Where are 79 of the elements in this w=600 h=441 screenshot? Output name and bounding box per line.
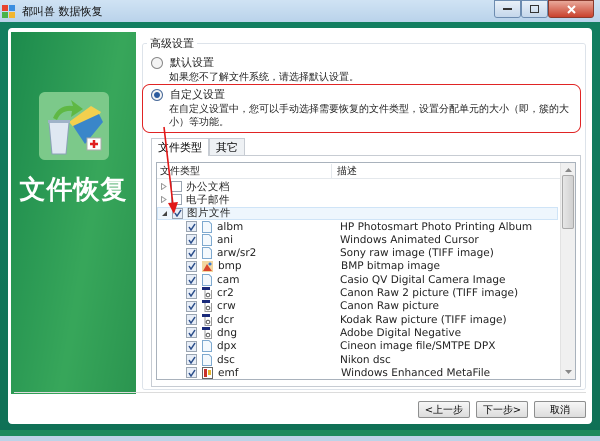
minimize-button[interactable] bbox=[494, 0, 521, 18]
file-description: BMP bitmap image bbox=[341, 260, 440, 272]
dialog-button[interactable]: <上一步 bbox=[418, 401, 470, 418]
checkbox[interactable] bbox=[186, 221, 197, 232]
metafile-icon bbox=[202, 366, 213, 379]
checkbox[interactable] bbox=[186, 367, 197, 378]
scroll-down-icon[interactable] bbox=[564, 370, 572, 374]
file-description: Windows Animated Cursor bbox=[340, 234, 479, 246]
file-extension: crw bbox=[217, 300, 237, 312]
file-extension: ani bbox=[217, 234, 234, 246]
minimize-icon bbox=[503, 8, 512, 10]
scroll-up-icon[interactable] bbox=[564, 168, 572, 172]
file-extension: dcr bbox=[217, 314, 235, 326]
tab[interactable]: 其它 bbox=[209, 138, 245, 155]
file-recovery-icon bbox=[38, 92, 108, 160]
selected-tree-row[interactable]: 图片文件 bbox=[157, 206, 558, 220]
document-icon bbox=[202, 274, 212, 286]
app-logo-icon bbox=[2, 4, 16, 18]
radio-option[interactable]: 默认设置 bbox=[151, 54, 581, 71]
dialog-button[interactable]: 取消 bbox=[534, 401, 586, 418]
column-header[interactable]: 描述 bbox=[332, 164, 357, 178]
camera-file-icon bbox=[202, 326, 212, 339]
file-extension: arw/sr2 bbox=[217, 247, 258, 260]
close-button[interactable] bbox=[548, 0, 594, 18]
option-description: 在自定义设置中，您可以手动选择需要恢复的文件类型，设置分配单元的大小（即，簇的大小）等功能。 bbox=[169, 103, 570, 129]
expander-icon[interactable] bbox=[162, 210, 168, 217]
category-label: 电子邮件 bbox=[186, 192, 230, 207]
checkbox[interactable] bbox=[186, 340, 197, 352]
maximize-icon bbox=[530, 5, 539, 13]
file-extension: dsc bbox=[217, 354, 236, 366]
checkbox[interactable] bbox=[186, 274, 197, 286]
file-extension: cam bbox=[217, 274, 240, 286]
dialog-button[interactable]: 下一步> bbox=[476, 401, 528, 418]
option-description: 如果您不了解文件系统，请选择默认设置。 bbox=[169, 71, 359, 84]
category-label: 图片文件 bbox=[187, 206, 231, 220]
file-description: Adobe Digital Negative bbox=[340, 326, 462, 339]
scrollbar-thumb[interactable] bbox=[562, 175, 574, 229]
document-icon bbox=[202, 234, 212, 246]
checkbox[interactable] bbox=[186, 234, 197, 246]
file-extension: albm bbox=[217, 220, 244, 233]
file-description: Windows Enhanced MetaFile bbox=[341, 366, 490, 379]
checkbox[interactable] bbox=[186, 248, 197, 259]
paint-icon bbox=[202, 260, 213, 272]
category-label: 办公文档 bbox=[186, 180, 230, 194]
document-icon bbox=[202, 340, 212, 352]
radio-option[interactable]: 自定义设置 bbox=[151, 86, 580, 103]
file-extension: dpx bbox=[217, 340, 238, 352]
checkbox[interactable] bbox=[186, 260, 197, 272]
file-description: Cineon image file/SMTPE DPX bbox=[340, 340, 496, 352]
file-description: Nikon dsc bbox=[340, 354, 391, 366]
camera-file-icon bbox=[202, 300, 212, 312]
close-icon bbox=[566, 4, 576, 14]
file-extension: dng bbox=[217, 326, 238, 339]
file-description: Canon Raw picture bbox=[340, 300, 439, 312]
file-description: HP Photosmart Photo Printing Album bbox=[340, 220, 532, 233]
checkbox[interactable] bbox=[186, 327, 197, 338]
document-icon bbox=[202, 247, 212, 260]
sidebar-title: 文件恢复 bbox=[20, 174, 128, 207]
file-extension: bmp bbox=[218, 260, 243, 272]
camera-file-icon bbox=[202, 287, 212, 300]
group-legend: 高级设置 bbox=[147, 36, 197, 51]
checkbox[interactable] bbox=[186, 314, 197, 326]
file-description: Casio QV Digital Camera Image bbox=[340, 274, 506, 286]
camera-file-icon bbox=[202, 314, 212, 326]
document-icon bbox=[202, 354, 212, 366]
tree-row[interactable]: 办公文档 bbox=[157, 180, 560, 194]
file-description: Canon Raw 2 picture (TIFF image) bbox=[340, 287, 518, 300]
window-title: 都叫兽 数据恢复 bbox=[22, 4, 102, 18]
checkbox[interactable] bbox=[186, 354, 197, 365]
checkbox[interactable] bbox=[186, 288, 197, 299]
checkbox[interactable] bbox=[171, 181, 182, 192]
checkbox[interactable] bbox=[186, 300, 197, 312]
file-extension: emf bbox=[218, 366, 240, 379]
document-icon bbox=[202, 220, 212, 233]
file-extension: cr2 bbox=[217, 287, 235, 300]
file-description: Kodak Raw picture (TIFF image) bbox=[340, 314, 507, 326]
file-description: Sony raw image (TIFF image) bbox=[340, 247, 494, 260]
vertical-scrollbar[interactable] bbox=[560, 163, 575, 379]
maximize-button[interactable] bbox=[521, 0, 548, 18]
